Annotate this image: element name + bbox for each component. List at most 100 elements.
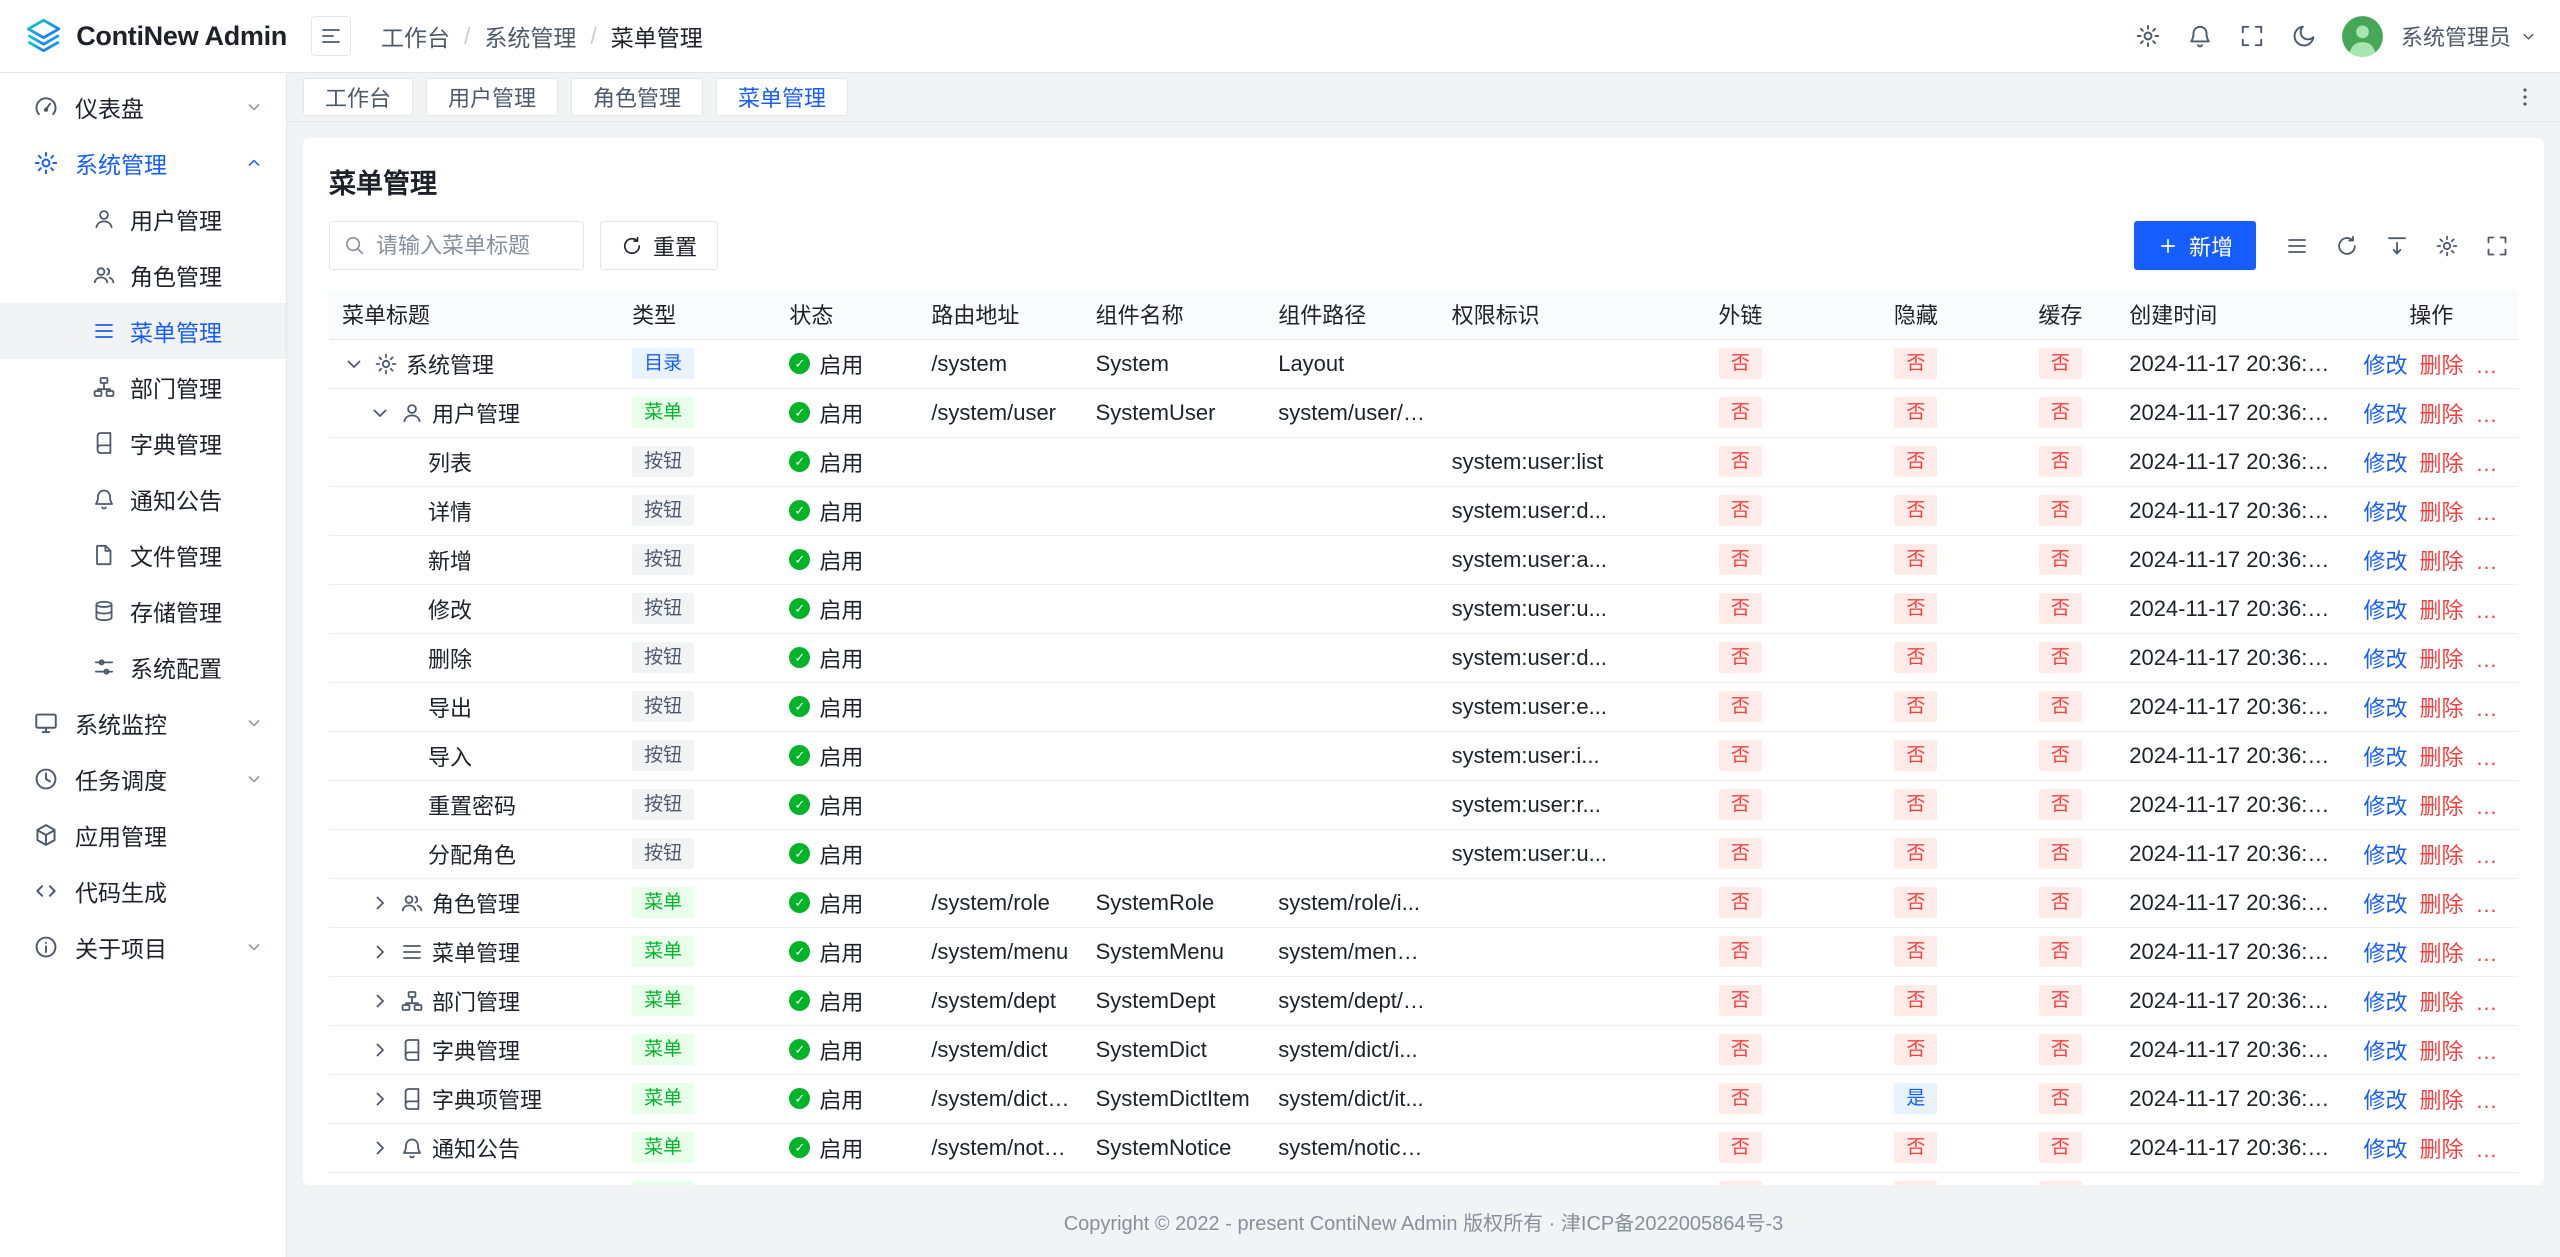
modify-link[interactable]: 修改	[2363, 544, 2407, 576]
cell-external: 否	[1654, 731, 1827, 780]
sidebar-item-menu-management[interactable]: 菜单管理	[0, 303, 286, 359]
status-cell: ✓启用	[789, 397, 905, 429]
modify-link[interactable]: 修改	[2363, 1083, 2407, 1115]
delete-link[interactable]: 删除	[2419, 348, 2463, 380]
expand-right-icon[interactable]	[368, 940, 392, 964]
tab-menu-management[interactable]: 菜单管理	[716, 78, 848, 116]
cell-hidden: 否	[1827, 976, 2005, 1025]
delete-link[interactable]: 删除	[2419, 446, 2463, 478]
delete-link[interactable]: 删除	[2419, 740, 2463, 772]
sidebar-item-dict-management[interactable]: 字典管理	[0, 415, 286, 471]
sidebar-collapse-button[interactable]	[311, 16, 351, 56]
modify-link[interactable]: 修改	[2363, 887, 2407, 919]
cell-permission: system:user:a...	[1439, 535, 1654, 584]
breadcrumb-item[interactable]: 菜单管理	[611, 19, 703, 53]
reset-button[interactable]: 重置	[600, 221, 718, 270]
tab-user-management[interactable]: 用户管理	[426, 78, 558, 116]
fullscreen-button[interactable]	[2230, 14, 2274, 58]
cell-comp_path	[1265, 437, 1438, 486]
settings-button[interactable]	[2126, 14, 2170, 58]
app-logo[interactable]: ContiNew Admin	[0, 15, 287, 57]
sidebar-item-file-management[interactable]: 文件管理	[0, 527, 286, 583]
status-enabled-icon: ✓	[789, 549, 810, 570]
sidebar-item-dept-management[interactable]: 部门管理	[0, 359, 286, 415]
delete-link[interactable]: 删除	[2419, 1132, 2463, 1164]
delete-link[interactable]: 删除	[2419, 691, 2463, 723]
notifications-button[interactable]	[2178, 14, 2222, 58]
delete-link[interactable]: 删除	[2419, 397, 2463, 429]
modify-link[interactable]: 修改	[2363, 740, 2407, 772]
breadcrumb-item[interactable]: 系统管理	[484, 19, 576, 53]
modify-link[interactable]: 修改	[2363, 397, 2407, 429]
sidebar-item-role-management[interactable]: 角色管理	[0, 247, 286, 303]
column-settings-button[interactable]	[2426, 225, 2468, 267]
breadcrumb-item[interactable]: 工作台	[381, 19, 450, 53]
modify-link[interactable]: 修改	[2363, 642, 2407, 674]
delete-link[interactable]: 删除	[2419, 789, 2463, 821]
delete-link[interactable]: 删除	[2419, 985, 2463, 1017]
sidebar-item-dashboard[interactable]: 仪表盘	[0, 79, 286, 135]
modify-link[interactable]: 修改	[2363, 348, 2407, 380]
delete-link[interactable]: 删除	[2419, 887, 2463, 919]
delete-link[interactable]: 删除	[2419, 838, 2463, 870]
sidebar-item-system-config[interactable]: 系统配置	[0, 639, 286, 695]
delete-link[interactable]: 删除	[2419, 936, 2463, 968]
expand-right-icon[interactable]	[368, 989, 392, 1013]
sidebar-item-system-monitor[interactable]: 系统监控	[0, 695, 286, 751]
expand-right-icon[interactable]	[368, 1087, 392, 1111]
row-height-button[interactable]	[2376, 225, 2418, 267]
sidebar-item-task-schedule[interactable]: 任务调度	[0, 751, 286, 807]
delete-link[interactable]: 删除	[2419, 593, 2463, 625]
sidebar-item-label: 用户管理	[130, 202, 222, 236]
expand-down-icon[interactable]	[368, 401, 392, 425]
expand-right-icon[interactable]	[368, 1038, 392, 1062]
modify-link[interactable]: 修改	[2363, 593, 2407, 625]
density-button[interactable]	[2276, 225, 2318, 267]
cell-cached: 否	[2005, 731, 2117, 780]
sidebar-item-notice[interactable]: 通知公告	[0, 471, 286, 527]
sidebar-item-about-project[interactable]: 关于项目	[0, 919, 286, 975]
modify-link[interactable]: 修改	[2363, 936, 2407, 968]
cell-title: 用户管理	[329, 388, 619, 437]
tab-workbench[interactable]: 工作台	[303, 78, 413, 116]
tab-role-management[interactable]: 角色管理	[571, 78, 703, 116]
cell-comp_name	[1083, 780, 1266, 829]
tabs-more-button[interactable]	[2506, 78, 2544, 116]
user-name[interactable]: 系统管理员	[2401, 20, 2511, 52]
search-box	[329, 221, 584, 270]
dark-mode-button[interactable]	[2282, 14, 2326, 58]
delete-link[interactable]: 删除	[2419, 1083, 2463, 1115]
cell-route: /system	[918, 339, 1082, 388]
sidebar-item-app-management[interactable]: 应用管理	[0, 807, 286, 863]
sidebar-item-storage-management[interactable]: 存储管理	[0, 583, 286, 639]
delete-link[interactable]: 删除	[2419, 544, 2463, 576]
expand-right-icon[interactable]	[368, 891, 392, 915]
modify-link[interactable]: 修改	[2363, 985, 2407, 1017]
table-row: 字典项管理菜单✓启用/system/dict/i...SystemDictIte…	[329, 1074, 2518, 1123]
cell-route	[918, 535, 1082, 584]
cell-title: 文件管理	[329, 1172, 619, 1185]
delete-link[interactable]: 删除	[2419, 642, 2463, 674]
search-icon	[343, 234, 365, 256]
expand-down-icon[interactable]	[342, 352, 366, 376]
modify-link[interactable]: 修改	[2363, 1132, 2407, 1164]
modify-link[interactable]: 修改	[2363, 1034, 2407, 1066]
modify-link[interactable]: 修改	[2363, 495, 2407, 527]
expand-right-icon[interactable]	[368, 1136, 392, 1160]
modify-link[interactable]: 修改	[2363, 446, 2407, 478]
modify-link[interactable]: 修改	[2363, 691, 2407, 723]
user-avatar[interactable]	[2342, 16, 2383, 57]
cell-external: 否	[1654, 388, 1827, 437]
status-enabled-icon: ✓	[789, 1088, 810, 1109]
add-button[interactable]: 新增	[2134, 221, 2256, 270]
search-input[interactable]	[329, 221, 584, 270]
delete-link[interactable]: 删除	[2419, 1034, 2463, 1066]
delete-link[interactable]: 删除	[2419, 495, 2463, 527]
table-refresh-button[interactable]	[2326, 225, 2368, 267]
modify-link[interactable]: 修改	[2363, 789, 2407, 821]
sidebar-item-code-generation[interactable]: 代码生成	[0, 863, 286, 919]
table-fullscreen-button[interactable]	[2476, 225, 2518, 267]
sidebar-item-system-management[interactable]: 系统管理	[0, 135, 286, 191]
modify-link[interactable]: 修改	[2363, 838, 2407, 870]
sidebar-item-user-management[interactable]: 用户管理	[0, 191, 286, 247]
